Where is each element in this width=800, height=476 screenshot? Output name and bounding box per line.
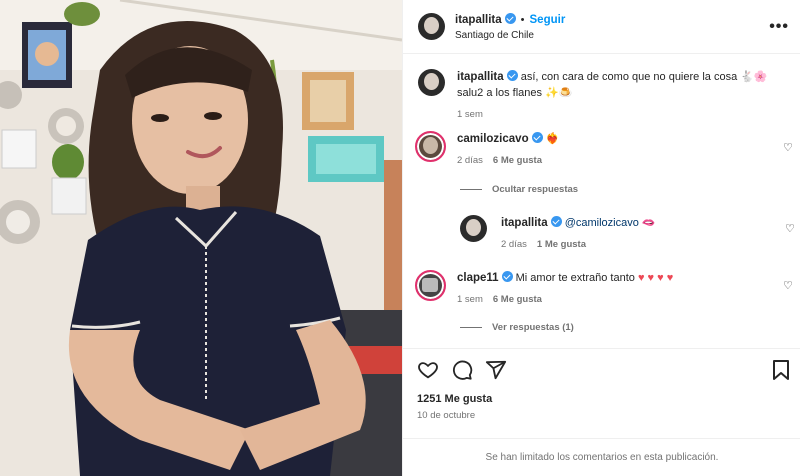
verified-icon	[504, 12, 516, 24]
replies-divider	[460, 189, 482, 190]
reply-text: 🫦	[641, 217, 656, 229]
comment-body: clape11 Mi amor te extraño tanto ♥ ♥ ♥ ♥…	[457, 270, 673, 308]
comment-username[interactable]: camilozicavo	[457, 133, 529, 145]
reply-body: itapallita @camilozicavo 🫦 2 días 1 Me gu…	[501, 215, 656, 253]
view-replies-label: Ver respuestas (1)	[492, 322, 574, 333]
comment-time[interactable]: 2 días	[457, 155, 483, 166]
post-image	[0, 0, 402, 476]
comment-text: Mi amor te extraño tanto	[515, 272, 635, 284]
verified-icon	[550, 216, 562, 227]
save-icon[interactable]	[771, 359, 791, 381]
reply-mention[interactable]: @camilozicavo	[565, 217, 639, 229]
like-reply-heart-icon[interactable]: ♡	[785, 224, 795, 235]
caption-info: 1 sem	[457, 107, 768, 123]
post-header: itapallita • Seguir Santiago de Chile •••	[403, 0, 800, 54]
commenter-avatar[interactable]	[415, 270, 446, 301]
comment-likes[interactable]: 6 Me gusta	[493, 155, 542, 166]
post-likes-count[interactable]: 1251 Me gusta	[417, 393, 492, 405]
reply-time[interactable]: 2 días	[501, 239, 527, 250]
hide-replies-label: Ocultar respuestas	[492, 184, 579, 195]
more-icon[interactable]: •••	[769, 18, 789, 36]
author-meta: itapallita • Seguir Santiago de Chile	[455, 12, 566, 41]
like-comment-heart-icon[interactable]: ♡	[783, 281, 793, 292]
comment-icon[interactable]	[451, 359, 473, 381]
reply-item: itapallita @camilozicavo 🫦 2 días 1 Me gu…	[460, 215, 800, 253]
verified-icon	[506, 70, 518, 81]
verified-icon	[501, 271, 513, 282]
separator-dot: •	[520, 13, 525, 26]
comments-panel: itapallita • Seguir Santiago de Chile ••• …	[402, 0, 800, 476]
verified-icon	[531, 132, 543, 143]
comment-likes[interactable]: 6 Me gusta	[493, 294, 542, 305]
reply-avatar[interactable]	[460, 215, 487, 242]
comment-hearts: ♥ ♥ ♥ ♥	[637, 272, 674, 284]
caption-text-line2: salu2 a los flanes ✨🍮	[457, 87, 573, 99]
comment-item: clape11 Mi amor te extraño tanto ♥ ♥ ♥ ♥…	[415, 270, 799, 308]
follow-button[interactable]: Seguir	[530, 14, 566, 26]
caption-body: itapallita así, con cara de como que no …	[457, 69, 768, 123]
caption: itapallita así, con cara de como que no …	[418, 69, 768, 123]
caption-username[interactable]: itapallita	[457, 71, 504, 83]
post-photo[interactable]	[0, 0, 402, 476]
reply-username[interactable]: itapallita	[501, 217, 548, 229]
post-actions: 1251 Me gusta 10 de octubre	[403, 348, 800, 438]
post-date[interactable]: 10 de octubre	[417, 410, 475, 421]
share-icon[interactable]	[485, 359, 507, 381]
author-username[interactable]: itapallita	[455, 14, 502, 26]
reply-likes[interactable]: 1 Me gusta	[537, 239, 586, 250]
caption-time[interactable]: 1 sem	[457, 109, 483, 120]
reply-info: 2 días 1 Me gusta	[501, 237, 656, 253]
replies-divider	[460, 327, 482, 328]
caption-text-line1: así, con cara de como que no quiere la c…	[520, 71, 768, 83]
heart-icon[interactable]	[417, 359, 439, 381]
post-location[interactable]: Santiago de Chile	[455, 30, 565, 41]
comment-body: camilozicavo ❤️‍🔥 2 días 6 Me gusta	[457, 131, 559, 169]
comment-info: 2 días 6 Me gusta	[457, 153, 559, 169]
comment-username[interactable]: clape11	[457, 272, 499, 284]
author-avatar[interactable]	[418, 13, 445, 40]
comment-item: camilozicavo ❤️‍🔥 2 días 6 Me gusta ♡	[415, 131, 799, 169]
caption-avatar[interactable]	[418, 69, 445, 96]
comment-info: 1 sem 6 Me gusta	[457, 292, 673, 308]
comment-text: ❤️‍🔥	[545, 133, 560, 145]
comments-limited-notice: Se han limitado los comentarios en esta …	[403, 438, 800, 476]
hide-replies-button[interactable]: Ocultar respuestas	[460, 184, 578, 195]
view-replies-button[interactable]: Ver respuestas (1)	[460, 322, 574, 333]
action-icons	[417, 359, 519, 381]
comment-time[interactable]: 1 sem	[457, 294, 483, 305]
commenter-avatar[interactable]	[415, 131, 446, 162]
like-comment-heart-icon[interactable]: ♡	[783, 143, 793, 154]
